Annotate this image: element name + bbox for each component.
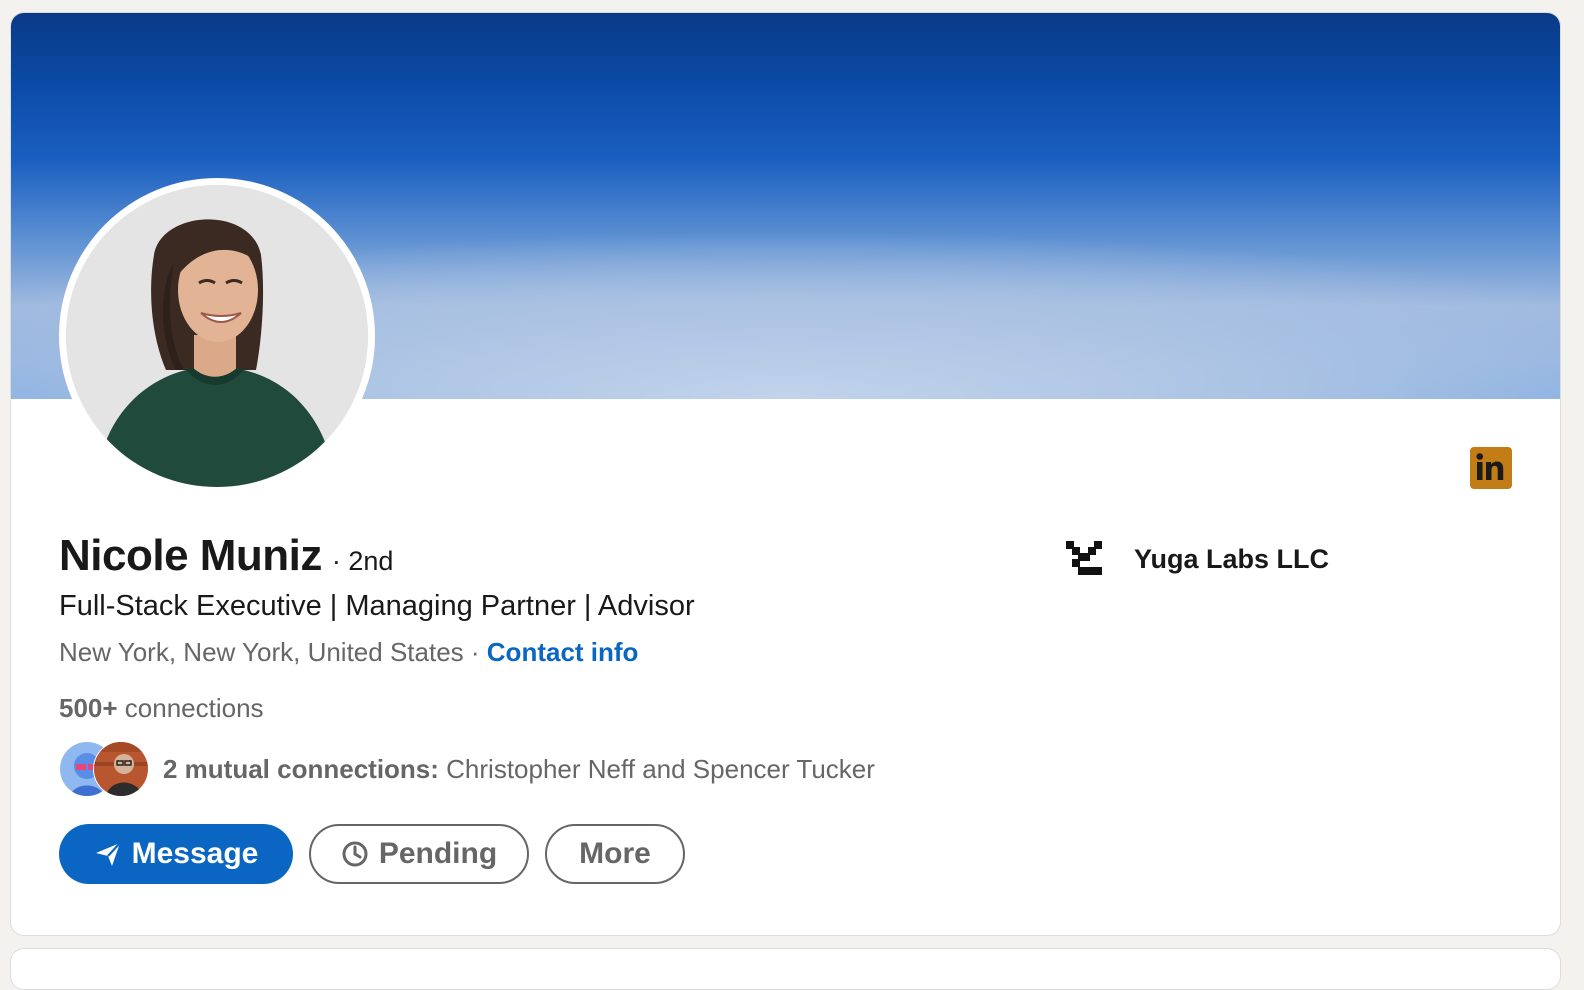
contact-info-link[interactable]: Contact info [487,637,639,667]
profile-name: Nicole Muniz [59,531,322,580]
location-separator: · [463,637,487,667]
mutual-connections[interactable]: 2 mutual connections: Christopher Neff a… [59,741,875,797]
profile-photo [66,185,368,487]
company-name: Yuga Labs LLC [1134,543,1330,574]
profile-photo-illustration [66,185,368,487]
pending-button[interactable]: Pending [309,824,529,884]
profile-headline: Full-Stack Executive | Managing Partner … [59,590,695,622]
current-company[interactable]: Yuga Labs LLC [1064,539,1329,579]
profile-location-row: New York, New York, United States · Cont… [59,637,638,668]
profile-name-row: Nicole Muniz · 2nd [59,531,393,581]
message-button[interactable]: Message [59,824,293,884]
profile-card: Nicole Muniz · 2nd Full-Stack Executive … [10,12,1561,936]
mutual-avatars [59,741,149,797]
linkedin-logo-icon [1470,447,1512,489]
connections-count[interactable]: 500+ connections [59,693,264,724]
next-section-card [10,948,1561,990]
profile-location: New York, New York, United States [59,637,464,667]
pending-button-label: Pending [378,837,498,870]
mutual-connections-names: Christopher Neff and Spencer Tucker [438,753,875,784]
send-icon [94,840,122,868]
mutual-connections-label: 2 mutual connections: [163,753,439,784]
more-button-label: More [579,837,651,870]
connections-label: connections [117,693,264,723]
clock-icon [341,840,369,868]
message-button-label: Message [131,837,259,870]
connection-degree: · 2nd [331,546,394,576]
mutual-connections-text: 2 mutual connections: Christopher Neff a… [163,754,875,785]
mutual-avatar-spencer [93,741,149,797]
connections-number: 500+ [59,693,118,723]
more-button[interactable]: More [545,824,685,884]
yuga-labs-logo [1064,539,1104,579]
profile-avatar[interactable] [59,178,375,494]
profile-actions: Message Pending More [59,824,685,884]
